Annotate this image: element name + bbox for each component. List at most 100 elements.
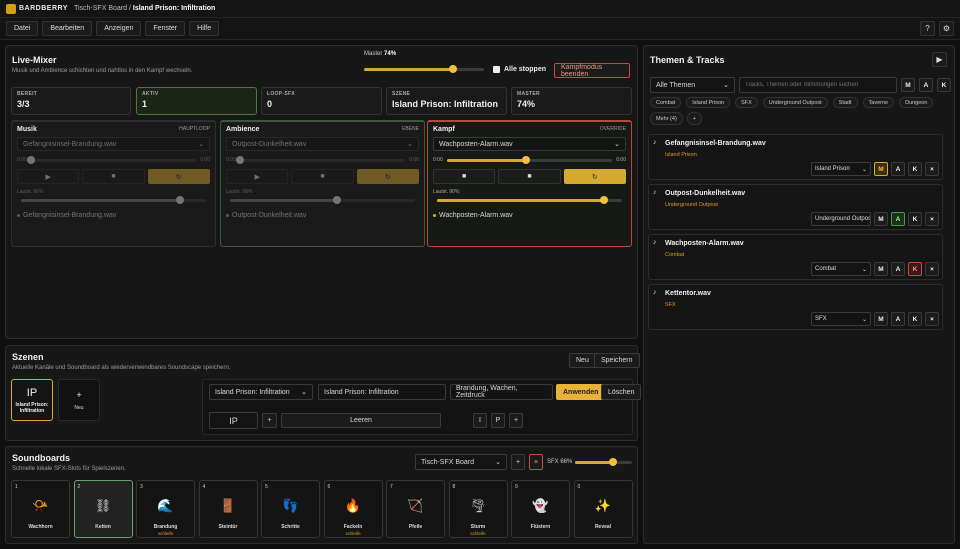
track-card[interactable]: ♪ Gefangnisinsel-Brandung.wav Island Pri… bbox=[648, 134, 943, 180]
mode-k-button[interactable]: K bbox=[937, 78, 951, 92]
menu-datei[interactable]: Datei bbox=[6, 21, 39, 36]
scene-tags-input[interactable]: Brandung, Wachen, Zeitdruck bbox=[450, 384, 553, 400]
sfx-slot-steintür[interactable]: 4 🚪 Steintür bbox=[198, 480, 258, 538]
track-ambience-button[interactable]: A bbox=[891, 262, 905, 276]
master-slider-knob[interactable] bbox=[448, 65, 457, 73]
track-theme-select[interactable]: Underground Outpost⌄ bbox=[811, 212, 871, 226]
menu-fenster[interactable]: Fenster bbox=[145, 21, 186, 36]
scene-name-input[interactable]: Island Prison: Infiltration bbox=[318, 384, 446, 400]
scene-new-button[interactable]: Neu bbox=[569, 353, 596, 368]
end-combat-button[interactable]: Kampfmodus beenden bbox=[554, 63, 630, 78]
scene-add-card[interactable]: + Neu bbox=[58, 379, 100, 421]
track-combat-button[interactable]: K bbox=[908, 162, 922, 176]
menu-bearbeiten[interactable]: Bearbeiten bbox=[42, 21, 93, 36]
deck-progress-slider[interactable] bbox=[446, 155, 613, 164]
board-remove-button[interactable]: × bbox=[529, 454, 543, 470]
deck-progress-knob[interactable] bbox=[26, 155, 35, 164]
deck-loop-button[interactable]: ↻ bbox=[356, 169, 419, 184]
stop-all-checkbox[interactable] bbox=[493, 66, 500, 73]
stop-all-toggle[interactable]: Alle stoppen bbox=[493, 66, 546, 73]
mode-m-button[interactable]: M bbox=[901, 78, 915, 92]
scene-apply-button[interactable]: Anwenden bbox=[556, 384, 606, 400]
deck-loop-button[interactable]: ↻ bbox=[147, 169, 210, 184]
track-combat-button[interactable]: K bbox=[908, 212, 922, 226]
deck-file-select[interactable]: Outpost-Dunkelheit.wav ⌄ bbox=[226, 137, 419, 151]
deck-volume-slider[interactable] bbox=[230, 196, 415, 204]
track-remove-button[interactable]: × bbox=[925, 212, 939, 226]
sfx-slot-reveal[interactable]: 0 ✨ Reveal bbox=[573, 480, 633, 538]
scene-card[interactable]: IP Island Prison: Infiltration bbox=[11, 379, 53, 421]
deck-volume-slider[interactable] bbox=[437, 196, 622, 204]
deck-play-button[interactable]: ▶ bbox=[17, 169, 80, 184]
sfx-slot-sturm[interactable]: 8 🌪 Sturm schleife bbox=[448, 480, 508, 538]
sfx-slot-schritte[interactable]: 5 👣 Schritte bbox=[261, 480, 320, 538]
deck-progress-slider[interactable] bbox=[235, 155, 406, 164]
track-ambience-button[interactable]: A bbox=[891, 312, 905, 326]
track-combat-button[interactable]: K bbox=[908, 312, 922, 326]
track-music-button[interactable]: M bbox=[874, 312, 888, 326]
track-combat-button[interactable]: K bbox=[908, 262, 922, 276]
sfx-slot-brandung[interactable]: 3 🌊 Brandung schleife bbox=[136, 480, 195, 538]
breadcrumb-board[interactable]: Tisch-SFX Board bbox=[74, 5, 127, 12]
settings-button[interactable]: ⚙ bbox=[939, 21, 954, 36]
scene-clear-button[interactable]: Leeren bbox=[281, 413, 441, 428]
track-theme-select[interactable]: Combat ⌄ bbox=[811, 262, 871, 276]
track-music-button[interactable]: M bbox=[874, 162, 888, 176]
track-music-button[interactable]: M bbox=[874, 262, 888, 276]
deck-play-button[interactable]: ▶ bbox=[226, 169, 289, 184]
scene-plus-button[interactable]: + bbox=[509, 413, 523, 428]
sfx-slot-wachhorn[interactable]: 1 📯 Wachhorn bbox=[11, 480, 70, 538]
track-music-button[interactable]: M bbox=[874, 212, 888, 226]
scene-add-icon-button[interactable]: + bbox=[262, 413, 277, 428]
deck-progress-knob[interactable] bbox=[522, 155, 531, 164]
deck-volume-knob[interactable] bbox=[599, 196, 608, 204]
track-card[interactable]: ♪ Wachposten-Alarm.wav Combat Combat ⌄ M … bbox=[648, 234, 943, 280]
track-search-input[interactable] bbox=[739, 77, 897, 93]
track-ambience-button[interactable]: A bbox=[891, 162, 905, 176]
track-theme-select[interactable]: Island Prison ⌄ bbox=[811, 162, 871, 176]
sfx-slot-pfeile[interactable]: 7 🏹 Pfeile bbox=[386, 480, 445, 538]
add-theme-chip[interactable]: + bbox=[686, 112, 702, 125]
scene-select[interactable]: Island Prison: Infiltration ⌄ bbox=[209, 384, 313, 400]
board-select[interactable]: Tisch-SFX Board ⌄ bbox=[415, 454, 507, 470]
menu-anzeigen[interactable]: Anzeigen bbox=[96, 21, 142, 36]
sfx-volume-slider[interactable] bbox=[575, 458, 632, 466]
track-card[interactable]: ♪ Kettentor.wav SFX SFX ⌄ M A K × bbox=[648, 284, 943, 330]
theme-chip-stadt[interactable]: Stadt bbox=[832, 97, 858, 108]
board-add-button[interactable]: + bbox=[511, 454, 525, 470]
track-theme-select[interactable]: SFX ⌄ bbox=[811, 312, 871, 326]
deck-file-select[interactable]: Wachposten-Alarm.wav ⌄ bbox=[433, 137, 626, 151]
deck-loop-button[interactable]: ↻ bbox=[563, 169, 626, 184]
help-button[interactable]: ? bbox=[920, 21, 935, 36]
scene-p-button[interactable]: P bbox=[491, 413, 505, 428]
theme-chip-taverne[interactable]: Taverne bbox=[862, 97, 895, 108]
track-remove-button[interactable]: × bbox=[925, 312, 939, 326]
theme-filter-select[interactable]: Alle Themen ⌄ bbox=[650, 77, 735, 93]
theme-chip-island-prison[interactable]: Island Prison bbox=[686, 97, 731, 108]
master-slider[interactable] bbox=[364, 65, 484, 73]
scene-i-button[interactable]: I bbox=[473, 413, 487, 428]
deck-stop-button[interactable]: ■ bbox=[82, 169, 145, 184]
track-card[interactable]: ♪ Outpost-Dunkelheit.wav Underground Out… bbox=[648, 184, 943, 230]
theme-chip-dungeon[interactable]: Dungeon bbox=[899, 97, 934, 108]
mode-a-button[interactable]: A bbox=[919, 78, 933, 92]
scene-save-button[interactable]: Speichern bbox=[594, 353, 640, 368]
track-remove-button[interactable]: × bbox=[925, 262, 939, 276]
deck-file-select[interactable]: Gefangnisinsel-Brandung.wav ⌄ bbox=[17, 137, 210, 151]
track-remove-button[interactable]: × bbox=[925, 162, 939, 176]
sfx-slot-ketten[interactable]: 2 ⛓ Ketten bbox=[73, 480, 133, 538]
deck-stop-button[interactable]: ■ bbox=[498, 169, 561, 184]
theme-chip-sfx[interactable]: SFX bbox=[735, 97, 758, 108]
deck-volume-knob[interactable] bbox=[176, 196, 185, 204]
theme-chip-underground-outpost[interactable]: Underground Outpost bbox=[762, 97, 828, 108]
scene-delete-button[interactable]: Löschen bbox=[601, 384, 642, 400]
theme-chip-combat[interactable]: Combat bbox=[650, 97, 682, 108]
deck-stop-button[interactable]: ■ bbox=[291, 169, 354, 184]
deck-volume-slider[interactable] bbox=[21, 196, 206, 204]
deck-progress-knob[interactable] bbox=[235, 155, 244, 164]
track-ambience-button[interactable]: A bbox=[891, 212, 905, 226]
menu-hilfe[interactable]: Hilfe bbox=[189, 21, 220, 36]
deck-progress-slider[interactable] bbox=[26, 155, 197, 164]
sfx-volume-knob[interactable] bbox=[608, 458, 617, 466]
themes-play-button[interactable]: ▶ bbox=[932, 52, 947, 67]
